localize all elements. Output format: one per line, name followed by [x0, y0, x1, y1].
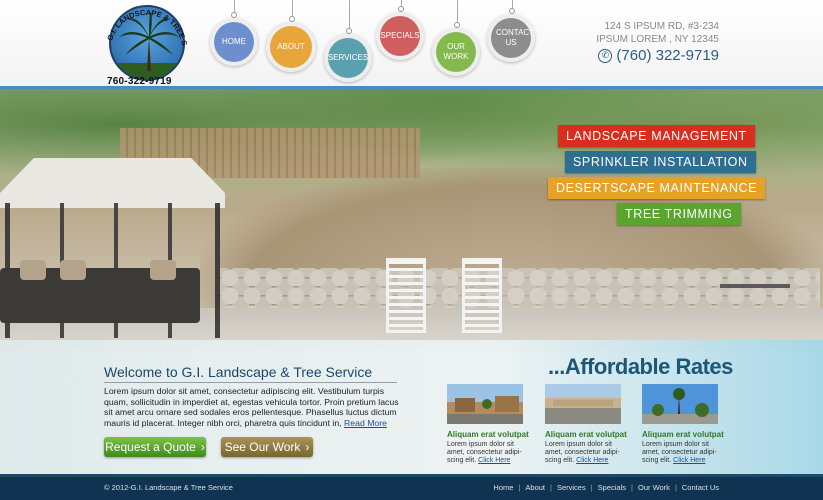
- footer-separator: |: [674, 483, 677, 492]
- welcome-title: Welcome to G.I. Landscape & Tree Service: [104, 364, 373, 380]
- card-photo-2[interactable]: [545, 384, 621, 424]
- card-photo-1[interactable]: [447, 384, 523, 424]
- nav-contact-us-label: CONTACT US: [496, 28, 535, 47]
- footer-link-services[interactable]: Services: [557, 483, 586, 492]
- click-here-link[interactable]: Click Here: [478, 457, 510, 464]
- site-footer: © 2012-G.I. Landscape & Tree Service Hom…: [0, 477, 823, 500]
- request-quote-button[interactable]: Request a Quote ›: [104, 437, 206, 457]
- card-title: Aliquam erat volutpat: [545, 430, 627, 439]
- gazebo-image: [0, 158, 225, 208]
- affordable-rates-heading: ...Affordable Rates: [548, 354, 733, 379]
- service-sprinkler-installation[interactable]: SPRINKLER INSTALLATION: [565, 151, 756, 173]
- nav-services-label: SERVICES: [327, 53, 369, 62]
- see-our-work-label: See Our Work: [224, 440, 301, 454]
- address-line-1: 124 S IPSUM RD, #3-234: [604, 21, 720, 32]
- svg-text:G.I. LANDSCAPE & TREE SERVICE: G.I. LANDSCAPE & TREE SERVICE: [103, 3, 189, 46]
- logo-text: G.I. LANDSCAPE & TREE SERVICE: [103, 3, 189, 46]
- nav-specials[interactable]: SPECIALS: [376, 0, 426, 64]
- nav-our-work-label: OUR WORK: [443, 42, 469, 61]
- nav-home-label: HOME: [222, 37, 246, 46]
- see-our-work-button[interactable]: See Our Work ›: [221, 437, 313, 457]
- footer-separator: |: [631, 483, 633, 492]
- request-quote-label: Request a Quote: [105, 440, 196, 454]
- footer-nav: Home | About | Services | Specials | Our…: [493, 483, 719, 492]
- card-title: Aliquam erat volutpat: [447, 430, 529, 439]
- footer-link-specials[interactable]: Specials: [598, 483, 626, 492]
- nav-about-label: ABOUT: [277, 42, 305, 51]
- footer-link-about[interactable]: About: [525, 483, 545, 492]
- address: 124 S IPSUM RD, #3-234 IPSUM LOREM , NY …: [596, 20, 719, 46]
- nav-our-work[interactable]: OUR WORK: [432, 0, 482, 80]
- service-desertscape-maintenance[interactable]: DESERTSCAPE MAINTENANCE: [548, 177, 766, 199]
- footer-link-contact-us[interactable]: Contact Us: [682, 483, 719, 492]
- service-landscape-management[interactable]: LANDSCAPE MANAGEMENT: [558, 125, 755, 147]
- chevron-right-icon: ›: [305, 440, 310, 454]
- welcome-text: Lorem ipsum dolor sit amet, consectetur …: [104, 386, 400, 428]
- service-tree-trimming[interactable]: TREE TRIMMING: [617, 203, 741, 225]
- click-here-link[interactable]: Click Here: [673, 457, 705, 464]
- footer-link-our-work[interactable]: Our Work: [638, 483, 670, 492]
- nav-contact-us[interactable]: CONTACT US: [487, 0, 537, 66]
- nav-home[interactable]: HOME: [210, 0, 258, 70]
- card-photo-3[interactable]: [642, 384, 718, 424]
- logo[interactable]: G.I. LANDSCAPE & TREE SERVICE: [103, 3, 190, 86]
- footer-separator: |: [518, 483, 521, 492]
- read-more-link[interactable]: Read More: [344, 418, 387, 428]
- nav-about[interactable]: ABOUT: [266, 0, 318, 76]
- nav-specials-label: SPECIALS: [380, 31, 420, 40]
- phone-icon: ✆: [598, 48, 613, 63]
- chevron-right-icon: ›: [200, 440, 205, 454]
- footer-separator: |: [590, 483, 593, 492]
- card-text: Lorem ipsum dolor sit amet, consectetur …: [545, 441, 625, 465]
- nav-services[interactable]: SERVICES: [324, 0, 374, 84]
- click-here-link[interactable]: Click Here: [576, 457, 608, 464]
- header-phone-number: (760) 322-9719: [616, 47, 719, 64]
- card-text: Lorem ipsum dolor sit amet, consectetur …: [447, 441, 527, 465]
- header-phone[interactable]: ✆ (760) 322-9719: [598, 47, 719, 64]
- footer-link-home[interactable]: Home: [493, 483, 513, 492]
- copyright: © 2012-G.I. Landscape & Tree Service: [104, 483, 233, 492]
- card-title: Aliquam erat volutpat: [642, 430, 724, 439]
- card-text: Lorem ipsum dolor sit amet, consectetur …: [642, 441, 722, 465]
- address-line-2: IPSUM LOREM , NY 12345: [596, 34, 719, 45]
- footer-separator: |: [550, 483, 552, 492]
- divider: [104, 382, 397, 383]
